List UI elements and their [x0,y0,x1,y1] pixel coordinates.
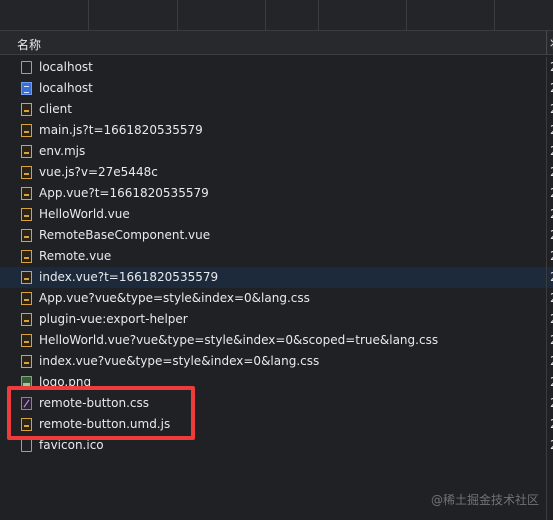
column-divider [546,162,547,183]
request-name: main.js?t=1661820535579 [39,123,203,137]
column-divider [546,393,547,414]
column-divider [546,246,547,267]
request-row[interactable]: env.mjs2 [0,141,553,162]
column-resize-handle[interactable] [546,31,547,55]
script-file-icon [21,292,32,305]
request-name: env.mjs [39,144,86,158]
column-divider [546,225,547,246]
column-divider [546,351,547,372]
script-file-icon [21,208,32,221]
column-divider [546,309,547,330]
column-divider [546,288,547,309]
column-divider [546,330,547,351]
request-name: vue.js?v=27e5448c [39,165,158,179]
request-name: favicon.ico [39,438,104,452]
request-row[interactable]: vue.js?v=27e5448c2 [0,162,553,183]
script-file-icon [21,187,32,200]
request-name: index.vue?vue&type=style&index=0&lang.cs… [39,354,320,368]
request-row[interactable]: index.vue?t=16618205355792 [0,267,553,288]
column-divider [546,456,547,520]
column-divider [546,267,547,288]
request-name: App.vue?t=1661820535579 [39,186,209,200]
timeline-divider [318,0,319,30]
script-file-icon [21,313,32,326]
request-row[interactable]: App.vue?t=16618205355792 [0,183,553,204]
timeline-divider [406,0,407,30]
request-name: localhost [39,81,93,95]
timeline-divider [177,0,178,30]
timeline-divider [265,0,266,30]
column-divider [546,141,547,162]
script-file-icon [21,334,32,347]
request-name: localhost [39,60,93,74]
script-file-icon [21,103,32,116]
watermark: @稀土掘金技术社区 [430,493,539,507]
request-row[interactable]: Remote.vue2 [0,246,553,267]
request-row[interactable]: main.js?t=16618205355792 [0,120,553,141]
network-panel: 名称 状 localhost2localhost2client2main.js?… [0,0,553,520]
request-row[interactable]: plugin-vue:export-helper2 [0,309,553,330]
script-file-icon [21,250,32,263]
request-row[interactable]: localhost2 [0,57,553,78]
column-divider [546,120,547,141]
column-divider [546,204,547,225]
request-name: client [39,102,72,116]
request-name: index.vue?t=1661820535579 [39,270,219,284]
request-row[interactable]: App.vue?vue&type=style&index=0&lang.css2 [0,288,553,309]
timeline-divider [494,0,495,30]
request-name: App.vue?vue&type=style&index=0&lang.css [39,291,310,305]
script-file-icon [21,124,32,137]
request-row[interactable]: HelloWorld.vue?vue&type=style&index=0&sc… [0,330,553,351]
name-column-header[interactable]: 名称 [17,36,41,53]
request-name: HelloWorld.vue?vue&type=style&index=0&sc… [39,333,439,347]
request-name: HelloWorld.vue [39,207,130,221]
column-divider [546,99,547,120]
request-row[interactable]: HelloWorld.vue2 [0,204,553,225]
column-divider [546,183,547,204]
request-row[interactable]: RemoteBaseComponent.vue2 [0,225,553,246]
column-divider [546,372,547,393]
document-icon [21,61,32,74]
highlight-box [7,386,195,440]
request-row[interactable]: index.vue?vue&type=style&index=0&lang.cs… [0,351,553,372]
script-file-icon [21,355,32,368]
script-file-icon [21,166,32,179]
column-divider [546,57,547,78]
script-file-icon [21,229,32,242]
script-file-icon [21,145,32,158]
document-icon [21,439,32,452]
column-divider [546,78,547,99]
request-name: Remote.vue [39,249,112,263]
request-row[interactable]: localhost2 [0,78,553,99]
timeline-divider [88,0,89,30]
request-name: RemoteBaseComponent.vue [39,228,211,242]
script-file-icon [21,271,32,284]
column-divider [546,435,547,456]
column-divider [546,414,547,435]
timeline-overview[interactable] [0,0,553,30]
request-row[interactable]: client2 [0,99,553,120]
request-name: plugin-vue:export-helper [39,312,188,326]
request-table-header: 名称 状 [0,30,553,55]
html-file-icon [21,82,32,95]
